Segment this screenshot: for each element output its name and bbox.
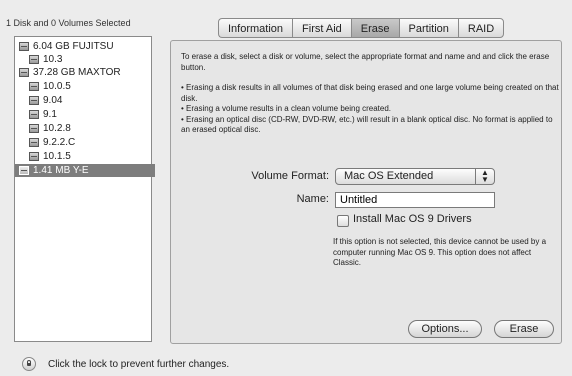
disk-item-selected[interactable]: 1.41 MB Y-E — [15, 164, 155, 177]
erase-notes: • Erasing a disk results in all volumes … — [181, 83, 559, 136]
volume-label: 10.1.5 — [43, 151, 71, 162]
volume-format-popup[interactable]: Mac OS Extended ▲ ▼ — [335, 168, 495, 185]
install-drivers-label[interactable]: Install Mac OS 9 Drivers — [353, 213, 472, 225]
volume-icon — [29, 124, 39, 133]
volume-format-label: Volume Format: — [251, 170, 329, 182]
volume-label: 9.2.2.C — [43, 137, 76, 148]
install-drivers-checkbox[interactable] — [337, 215, 349, 227]
lock-message: Click the lock to prevent further change… — [48, 359, 230, 370]
disk-label: 37.28 GB MAXTOR — [33, 67, 121, 78]
hard-disk-icon — [19, 42, 29, 51]
volume-item[interactable]: 10.1.5 — [29, 150, 71, 163]
popup-arrows-icon: ▲ ▼ — [475, 169, 494, 184]
disk-item[interactable]: 37.28 GB MAXTOR — [19, 66, 121, 79]
tab-first-aid[interactable]: First Aid — [292, 18, 351, 38]
left-header: 1 Disk and 0 Volumes Selected — [6, 18, 131, 28]
disk-label: 6.04 GB FUJITSU — [33, 41, 114, 52]
drivers-note: If this option is not selected, this dev… — [333, 237, 547, 267]
disk-list[interactable]: 6.04 GB FUJITSU 10.3 37.28 GB MAXTOR 10.… — [14, 36, 155, 342]
hard-disk-icon — [19, 68, 29, 77]
volume-icon — [29, 110, 39, 119]
options-button[interactable]: Options... — [408, 320, 482, 338]
volume-icon — [29, 96, 39, 105]
volume-icon — [29, 152, 39, 161]
tab-information[interactable]: Information — [218, 18, 293, 38]
disk-label: 1.41 MB Y-E — [33, 165, 89, 176]
volume-item[interactable]: 10.3 — [29, 53, 62, 66]
erase-panel: To erase a disk, select a disk or volume… — [170, 40, 562, 344]
volume-format-value: Mac OS Extended — [344, 170, 434, 182]
volume-item[interactable]: 10.2.8 — [29, 122, 71, 135]
erase-note: • Erasing a disk results in all volumes … — [181, 83, 559, 103]
name-field[interactable] — [335, 192, 495, 208]
volume-label: 10.2.8 — [43, 123, 71, 134]
volume-label: 9.1 — [43, 109, 57, 120]
floppy-disk-icon — [19, 166, 29, 175]
volume-label: 9.04 — [43, 95, 63, 106]
erase-instructions: To erase a disk, select a disk or volume… — [181, 52, 550, 72]
tab-raid[interactable]: RAID — [457, 18, 505, 38]
disk-item[interactable]: 6.04 GB FUJITSU — [19, 40, 114, 53]
tab-bar: Information First Aid Erase Partition RA… — [218, 18, 505, 38]
erase-note: • Erasing an optical disc (CD-RW, DVD-RW… — [181, 114, 553, 135]
volume-label: 10.0.5 — [43, 81, 71, 92]
volume-icon — [29, 138, 39, 147]
volume-item[interactable]: 9.1 — [29, 108, 57, 121]
tab-partition[interactable]: Partition — [398, 18, 458, 38]
volume-label: 10.3 — [43, 54, 63, 65]
lock-icon[interactable] — [22, 357, 36, 371]
tab-erase[interactable]: Erase — [350, 18, 399, 38]
volume-item[interactable]: 9.04 — [29, 94, 62, 107]
volume-item[interactable]: 10.0.5 — [29, 80, 71, 93]
name-label: Name: — [296, 193, 329, 205]
erase-note: • Erasing a volume results in a clean vo… — [181, 104, 392, 113]
erase-button[interactable]: Erase — [494, 320, 554, 338]
volume-icon — [29, 55, 39, 64]
volume-item[interactable]: 9.2.2.C — [29, 136, 75, 149]
volume-icon — [29, 82, 39, 91]
